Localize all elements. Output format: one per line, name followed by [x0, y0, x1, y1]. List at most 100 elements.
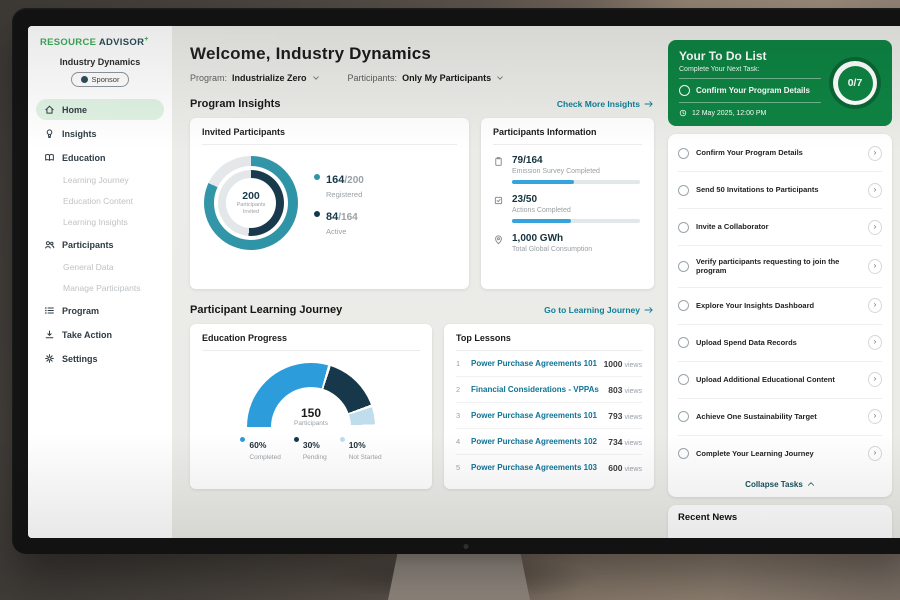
legend-label: Not Started [349, 454, 382, 461]
task-checkbox[interactable] [678, 448, 689, 459]
chevron-right-icon[interactable]: › [868, 183, 882, 198]
task-label: Upload Spend Data Records [696, 338, 861, 348]
sidebar-item-label: Take Action [62, 330, 112, 340]
task-checkbox[interactable] [678, 337, 689, 348]
participants-filter-value: Only My Participants [402, 73, 491, 83]
legend-denominator: /200 [344, 175, 363, 186]
lesson-views-label: views [624, 362, 642, 369]
task-checkbox[interactable] [678, 148, 689, 159]
monitor-power-led [464, 544, 469, 549]
metric-row-actions: 23/50 Actions Completed [493, 194, 642, 223]
chevron-right-icon[interactable]: › [868, 446, 882, 461]
lesson-views-label: views [624, 388, 642, 395]
sidebar-item-settings[interactable]: Settings [36, 348, 164, 369]
home-icon [44, 104, 55, 115]
participants-filter-dropdown[interactable]: Participants: Only My Participants [348, 73, 505, 83]
task-checkbox[interactable] [678, 374, 689, 385]
insights-icon [44, 128, 55, 139]
task-row[interactable]: Upload Additional Educational Content › [678, 362, 882, 399]
task-checkbox[interactable] [678, 222, 689, 233]
sidebar-item-insights[interactable]: Insights [36, 123, 164, 144]
sidebar-item-home[interactable]: Home [36, 99, 164, 120]
task-label: Confirm Your Program Details [696, 148, 861, 158]
task-label: Explore Your Insights Dashboard [696, 301, 861, 311]
lesson-link[interactable]: Power Purchase Agreements 101 [471, 359, 604, 368]
legend-item-pending: 30% Pending [294, 435, 327, 461]
chevron-right-icon[interactable]: › [868, 220, 882, 235]
lesson-link[interactable]: Power Purchase Agreements 102 [471, 437, 608, 446]
next-task-row[interactable]: Confirm Your Program Details [679, 78, 821, 103]
metric-row-consumption: 1,000 GWh Total Global Consumption [493, 233, 642, 258]
lesson-link[interactable]: Power Purchase Agreements 103 [471, 463, 608, 472]
todo-progress-value: 0/7 [838, 66, 873, 101]
participants-icon [44, 239, 55, 250]
todo-title: Your To Do List [679, 49, 821, 63]
invited-donut-center: 200 Participants Invited [226, 178, 276, 228]
program-filter-dropdown[interactable]: Program: Industrialize Zero [190, 73, 320, 83]
chevron-right-icon[interactable]: › [868, 259, 882, 274]
learning-journey-header: Participant Learning Journey Go to Learn… [190, 304, 654, 316]
task-checkbox[interactable] [679, 85, 690, 96]
sidebar-item-label: Participants [62, 240, 114, 250]
task-label: Complete Your Learning Journey [696, 449, 861, 459]
chevron-right-icon[interactable]: › [868, 298, 882, 313]
task-row[interactable]: Upload Spend Data Records › [678, 325, 882, 362]
gauge-center: 150 Participants [247, 407, 375, 427]
sidebar-item-program[interactable]: Program [36, 300, 164, 321]
sponsor-badge[interactable]: Sponsor [71, 72, 130, 87]
lesson-row: 2 Financial Considerations - VPPAs 803vi… [456, 377, 642, 403]
todo-task-list: Confirm Your Program Details › Send 50 I… [668, 134, 892, 497]
arrow-right-icon [644, 100, 654, 108]
main-content: Welcome, Industry Dynamics Program: Indu… [172, 26, 668, 538]
go-to-learning-journey-link[interactable]: Go to Learning Journey [544, 305, 654, 315]
card-title: Top Lessons [456, 333, 642, 351]
chevron-right-icon[interactable]: › [868, 146, 882, 161]
collapse-tasks-button[interactable]: Collapse Tasks [678, 472, 882, 493]
task-row[interactable]: Explore Your Insights Dashboard › [678, 288, 882, 325]
sidebar-item-learning-journey[interactable]: Learning Journey [36, 171, 164, 189]
task-row[interactable]: Complete Your Learning Journey › [678, 436, 882, 472]
monitor-bezel: RESOURCE ADVISOR+ Industry Dynamics Spon… [12, 8, 900, 554]
sidebar-item-education-content[interactable]: Education Content [36, 192, 164, 210]
lesson-row: 3 Power Purchase Agreements 101 793views [456, 403, 642, 429]
card-title: Participants Information [493, 127, 642, 145]
sidebar-item-learning-insights[interactable]: Learning Insights [36, 213, 164, 231]
task-row[interactable]: Achieve One Sustainability Target › [678, 399, 882, 436]
recent-news-title: Recent News [678, 512, 882, 523]
sidebar-item-participants[interactable]: Participants [36, 234, 164, 255]
sidebar-item-take-action[interactable]: Take Action [36, 324, 164, 345]
consumption-icon [493, 234, 504, 245]
sidebar-item-education[interactable]: Education [36, 147, 164, 168]
metric-row-emission: 79/164 Emission Survey Completed [493, 155, 642, 184]
sidebar-item-manage-participants[interactable]: Manage Participants [36, 279, 164, 297]
lesson-views: 1000 [604, 359, 623, 369]
lesson-views-label: views [624, 414, 642, 421]
legend-value: 164 [326, 174, 344, 186]
task-checkbox[interactable] [678, 411, 689, 422]
chevron-right-icon[interactable]: › [868, 409, 882, 424]
task-row[interactable]: Invite a Collaborator › [678, 209, 882, 246]
legend-value: 84 [326, 211, 338, 223]
task-checkbox[interactable] [678, 300, 689, 311]
check-more-insights-link[interactable]: Check More Insights [557, 99, 654, 109]
sidebar-item-general-data[interactable]: General Data [36, 258, 164, 276]
task-checkbox[interactable] [678, 261, 689, 272]
chevron-up-icon [807, 481, 815, 487]
lesson-link[interactable]: Financial Considerations - VPPAs [471, 385, 608, 394]
task-row[interactable]: Verify participants requesting to join t… [678, 246, 882, 288]
logo-secondary: ADVISOR [99, 37, 144, 48]
chevron-right-icon[interactable]: › [868, 335, 882, 350]
sidebar-item-label: Home [62, 105, 87, 115]
program-insights-header: Program Insights Check More Insights [190, 98, 654, 110]
logo-plus-mark: + [144, 36, 148, 43]
legend-label: Registered [326, 190, 364, 199]
collapse-label: Collapse Tasks [745, 480, 803, 489]
lesson-link[interactable]: Power Purchase Agreements 101 [471, 411, 608, 420]
lesson-rank: 5 [456, 463, 471, 472]
task-row[interactable]: Send 50 Invitations to Participants › [678, 172, 882, 209]
task-row[interactable]: Confirm Your Program Details › [678, 135, 882, 172]
chevron-right-icon[interactable]: › [868, 372, 882, 387]
top-lessons-card: Top Lessons 1 Power Purchase Agreements … [444, 324, 654, 489]
legend-item-active: 84/164 Active [314, 207, 364, 236]
task-checkbox[interactable] [678, 185, 689, 196]
